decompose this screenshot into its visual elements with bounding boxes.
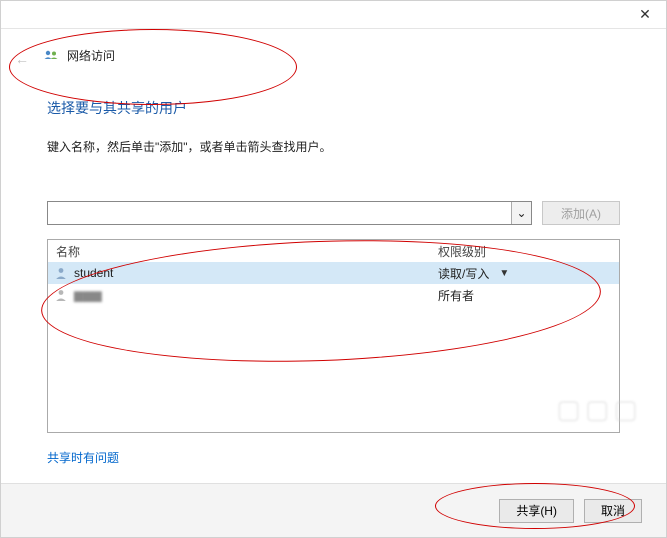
close-button[interactable]: ✕ [624,1,666,27]
main-heading: 选择要与其共享的用户 [1,64,666,118]
table-row[interactable]: student 读取/写入 ▼ [48,262,619,284]
dialog-footer: 共享(H) 取消 [1,483,666,537]
instruction-text: 键入名称，然后单击"添加"，或者单击箭头查找用户。 [1,118,666,155]
column-header-permission[interactable]: 权限级别 [438,243,619,260]
table-row[interactable]: ▆▆▆ 所有者 [48,284,619,306]
combobox-dropdown-button[interactable]: ⌄ [511,202,531,224]
chevron-down-icon: ⌄ [516,206,526,220]
dialog-title: 网络访问 [67,47,115,64]
column-header-name[interactable]: 名称 [48,243,438,260]
user-name-input[interactable] [48,202,511,224]
user-combobox[interactable]: ⌄ [47,201,532,225]
share-dialog: ✕ ← 网络访问 选择要与其共享的用户 键入名称，然后单击"添加"，或者单击箭头… [0,0,667,538]
back-arrow-icon[interactable]: ← [15,51,29,67]
help-link[interactable]: 共享时有问题 [47,449,119,466]
user-icon [54,288,68,302]
add-button: 添加(A) [542,201,620,225]
table-header: 名称 权限级别 [48,240,619,262]
dialog-content: ← 网络访问 选择要与其共享的用户 键入名称，然后单击"添加"，或者单击箭头查找… [1,29,666,483]
user-cell: ▆▆▆ [48,288,438,302]
network-access-icon [43,48,59,64]
user-cell: student [48,266,438,280]
dialog-header: 网络访问 [1,29,666,64]
permission-label: 所有者 [438,287,474,304]
permission-label: 读取/写入 [438,265,489,282]
user-permission-table: 名称 权限级别 student 读取/写入 ▼ [47,239,620,433]
permission-cell: 所有者 [438,287,619,304]
user-input-row: ⌄ 添加(A) [1,155,666,225]
user-name-label: student [74,266,113,280]
permission-cell[interactable]: 读取/写入 ▼ [438,265,619,282]
cancel-button[interactable]: 取消 [584,499,642,523]
user-name-label: ▆▆▆ [74,288,102,302]
share-button[interactable]: 共享(H) [499,499,574,523]
permission-dropdown-icon[interactable]: ▼ [499,268,509,279]
user-icon [54,266,68,280]
titlebar: ✕ [1,1,666,29]
